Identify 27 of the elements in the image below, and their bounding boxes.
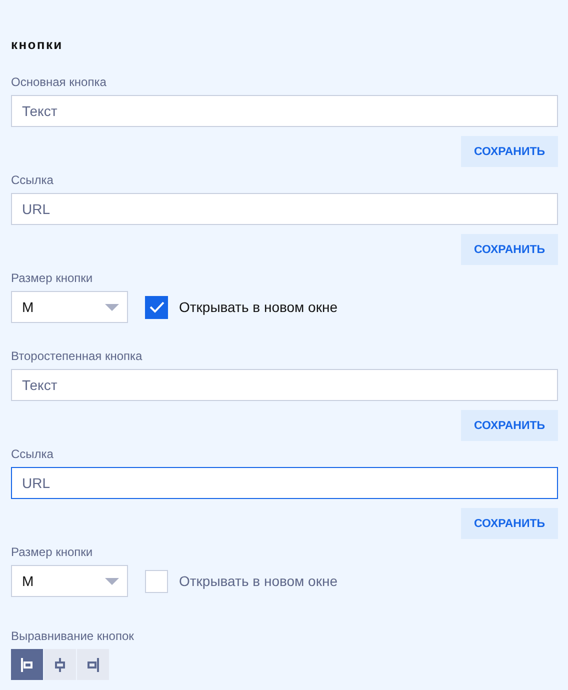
checkbox-label: Открывать в новом окне — [179, 573, 338, 589]
align-button[interactable] — [11, 649, 43, 680]
input-field[interactable]: URL — [11, 467, 558, 499]
section-heading: кнопки — [11, 36, 64, 54]
caret-icon — [105, 304, 119, 310]
size-dropdown[interactable]: M — [11, 565, 128, 597]
caret-icon — [105, 578, 119, 584]
field-label: Второстепенная кнопка — [11, 349, 142, 364]
field-label: Выравнивание кнопок — [11, 629, 134, 644]
field-label: Основная кнопка — [11, 75, 106, 90]
save-button[interactable]: СОХРАНИТЬ — [461, 410, 558, 441]
align-center-icon — [55, 658, 65, 672]
size-dropdown[interactable]: M — [11, 291, 128, 323]
field-label: Размер кнопки — [11, 271, 93, 286]
align-button[interactable] — [77, 649, 109, 680]
align-right-icon — [87, 658, 99, 672]
field-label: Ссылка — [11, 447, 54, 462]
checkbox[interactable] — [145, 296, 168, 318]
field-label: Размер кнопки — [11, 545, 93, 560]
checkbox-label: Открывать в новом окне — [179, 299, 338, 315]
save-button[interactable]: СОХРАНИТЬ — [461, 136, 558, 167]
align-button[interactable] — [44, 649, 76, 680]
save-button[interactable]: СОХРАНИТЬ — [461, 234, 558, 265]
align-left-icon — [21, 658, 33, 672]
save-button[interactable]: СОХРАНИТЬ — [461, 508, 558, 539]
check-icon — [148, 301, 164, 313]
field-label: Ссылка — [11, 173, 54, 188]
